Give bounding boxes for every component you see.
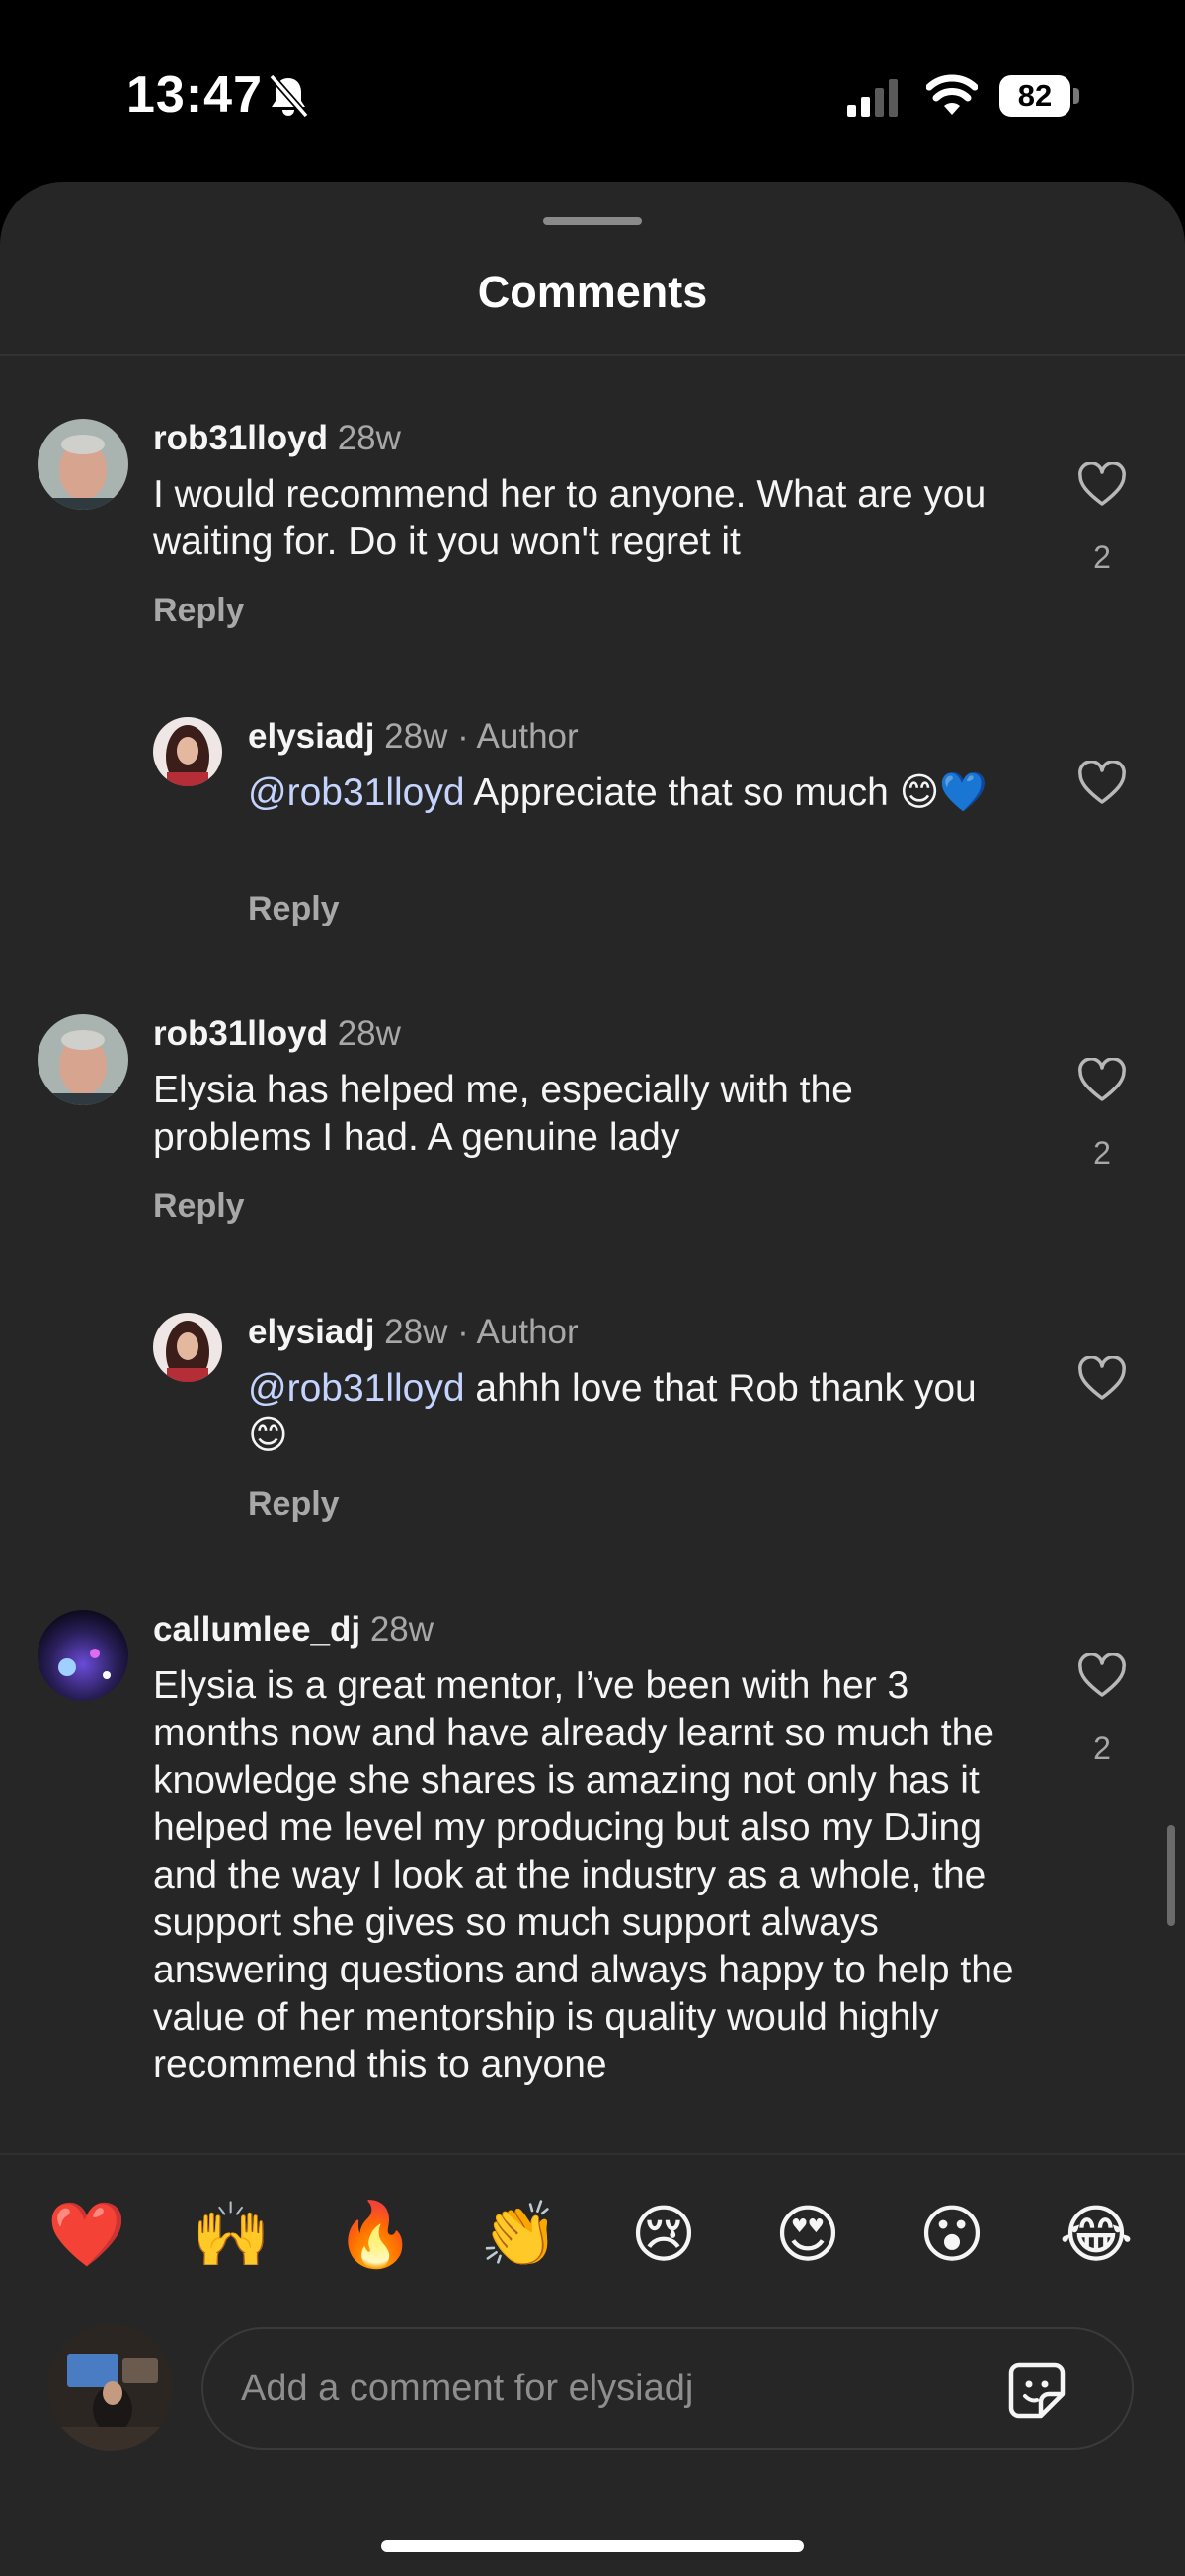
comment-header: rob31lloyd 28w xyxy=(153,419,401,458)
emoji-raising-hands-button[interactable]: 🙌 xyxy=(192,2195,271,2274)
emoji-heart-button[interactable]: ❤️ xyxy=(47,2195,126,2274)
like-count: 2 xyxy=(1093,539,1111,575)
avatar[interactable] xyxy=(38,1014,128,1105)
like-count: 2 xyxy=(1093,1135,1111,1170)
comment-username[interactable]: elysiadj xyxy=(248,717,374,756)
author-badge: · Author xyxy=(457,1313,579,1351)
comment-header: rob31lloyd 28w xyxy=(153,1014,401,1054)
avatar[interactable] xyxy=(153,717,222,786)
emoji-fire-button[interactable]: 🔥 xyxy=(336,2195,415,2274)
avatar[interactable] xyxy=(38,419,128,510)
comment-header: elysiadj 28w · Author xyxy=(248,1313,579,1352)
comment-header: elysiadj 28w · Author xyxy=(248,717,579,757)
comment-text: Elysia has helped me, especially with th… xyxy=(153,1069,853,1159)
comment-time: 28w xyxy=(384,717,448,756)
wifi-icon xyxy=(926,74,978,115)
avatar[interactable] xyxy=(38,1610,128,1701)
like-count: 2 xyxy=(1093,1731,1111,1766)
heart-icon[interactable] xyxy=(1076,1058,1128,1103)
comment-text: Elysia is a great mentor, I’ve been with… xyxy=(153,1664,1014,2086)
comment-username[interactable]: rob31lloyd xyxy=(153,419,328,457)
reply-button[interactable]: Reply xyxy=(153,592,245,630)
author-badge: · Author xyxy=(457,717,579,756)
cellular-signal-icon xyxy=(847,79,898,117)
reply-button[interactable]: Reply xyxy=(248,1486,340,1524)
emoji-heart-eyes-button[interactable]: 😍 xyxy=(768,2195,847,2274)
heart-icon[interactable] xyxy=(1076,1653,1128,1699)
avatar[interactable] xyxy=(153,1313,222,1382)
sheet-grab-handle[interactable] xyxy=(543,217,642,225)
status-time: 13:47 xyxy=(126,66,263,123)
comment-time: 28w xyxy=(337,419,401,457)
emoji-clap-button[interactable]: 👏 xyxy=(480,2195,559,2274)
heart-icon[interactable] xyxy=(1076,1356,1128,1402)
comment-time: 28w xyxy=(337,1014,401,1053)
bell-off-icon xyxy=(269,73,309,119)
reply-button[interactable]: Reply xyxy=(248,890,340,928)
comment-input[interactable]: Add a comment for elysiadj xyxy=(201,2327,1134,2450)
comment-text: I would recommend her to anyone. What ar… xyxy=(153,473,987,563)
mention-link[interactable]: @rob31lloyd xyxy=(248,771,465,814)
emoji-laughing-button[interactable]: 😂 xyxy=(1057,2195,1136,2274)
heart-icon[interactable] xyxy=(1076,462,1128,508)
heart-icon[interactable] xyxy=(1076,761,1128,806)
comment-username[interactable]: elysiadj xyxy=(248,1313,374,1351)
page-title: Comments xyxy=(477,267,708,317)
scrollbar[interactable] xyxy=(1167,1825,1175,1926)
comment-time: 28w xyxy=(384,1313,448,1351)
status-bar: 13:47 82 xyxy=(0,0,1185,188)
home-indicator[interactable] xyxy=(381,2540,804,2552)
reply-button[interactable]: Reply xyxy=(153,1187,245,1226)
sticker-icon[interactable] xyxy=(1005,2359,1068,2422)
emoji-reaction-bar: ❤️ 🙌 🔥 👏 😢 😍 😮 😂 xyxy=(0,2153,1185,2333)
comment-text: @rob31lloyd Appreciate that so much 😊💙 xyxy=(248,771,988,814)
comment-time: 28w xyxy=(369,1610,434,1649)
emoji-crying-button[interactable]: 😢 xyxy=(624,2195,703,2274)
emoji-surprised-button[interactable]: 😮 xyxy=(912,2195,991,2274)
current-user-avatar xyxy=(47,2324,174,2451)
comment-username[interactable]: rob31lloyd xyxy=(153,1014,328,1053)
mention-link[interactable]: @rob31lloyd xyxy=(248,1367,465,1409)
header-divider xyxy=(0,354,1185,356)
comment-text: @rob31lloyd ahhh love that Rob thank you… xyxy=(248,1367,977,1457)
comment-header: callumlee_dj 28w xyxy=(153,1610,434,1650)
battery-icon: 82 xyxy=(999,75,1080,117)
battery-level: 82 xyxy=(1017,78,1053,113)
comment-input-placeholder: Add a comment for elysiadj xyxy=(241,2368,694,2409)
comment-username[interactable]: callumlee_dj xyxy=(153,1610,360,1649)
